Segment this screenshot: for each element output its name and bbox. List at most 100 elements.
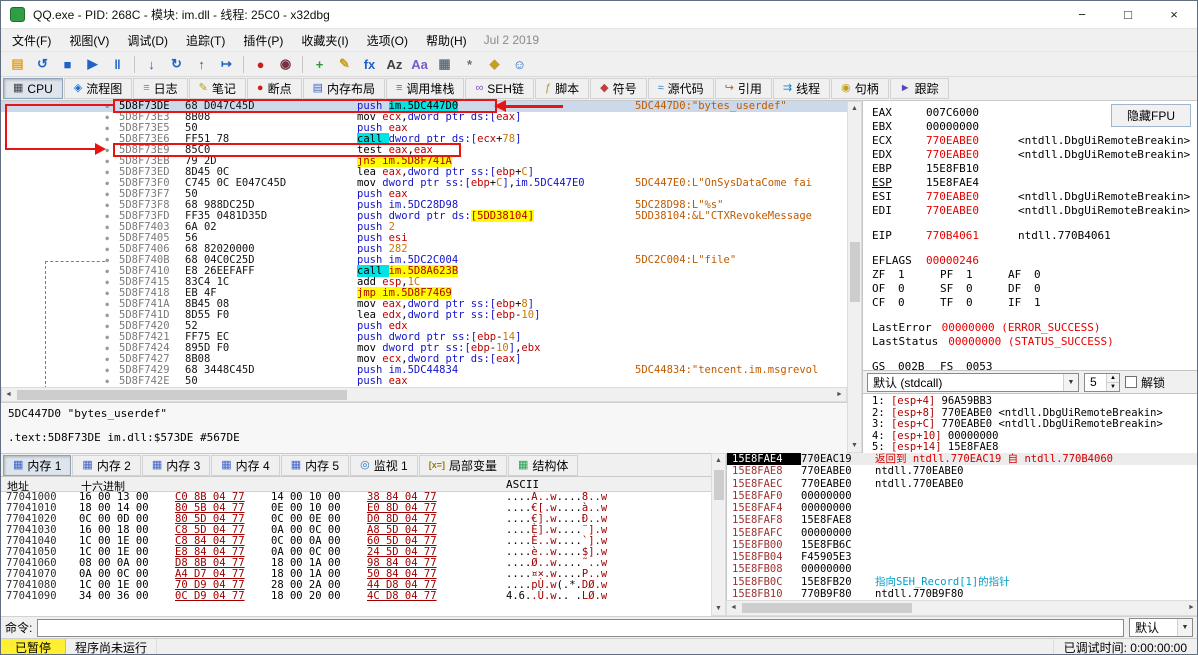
breakpoint-dot-icon[interactable]: ●	[1, 365, 113, 376]
breakpoint-dot-icon[interactable]: ●	[1, 277, 113, 288]
open-file-button[interactable]: ▤	[6, 53, 29, 75]
scroll-thumb[interactable]	[17, 390, 347, 400]
restart-button[interactable]: ↺	[31, 53, 54, 75]
tab-断点[interactable]: ● 断点	[246, 78, 302, 99]
breakpoint-dot-icon[interactable]: ●	[1, 321, 113, 332]
stack-row[interactable]: 15E8FAE4 770EAC19 返回到 ntdll.770EAC19 自 ntd…	[727, 453, 1197, 466]
calculator-button[interactable]: ▦	[433, 53, 456, 75]
hide-fpu-button[interactable]: 隐藏FPU	[1110, 104, 1191, 127]
register-row[interactable]: ESP 15E8FAE4	[863, 176, 1197, 190]
register-row[interactable]: CF 0 TF 0 IF 1	[863, 296, 1197, 310]
command-input[interactable]	[37, 618, 1124, 637]
menu-item[interactable]: 调试(D)	[118, 29, 177, 52]
settings-button[interactable]: *	[458, 53, 481, 75]
comment-button[interactable]: ✎	[333, 53, 356, 75]
tab-内存 2[interactable]: ▦ 内存 2	[72, 454, 141, 476]
functions-button[interactable]: fx	[358, 53, 381, 75]
tab-结构体[interactable]: ▦ 结构体	[508, 454, 579, 476]
dump-vscrollbar[interactable]: ▲ ▼	[711, 453, 726, 616]
breakpoint-dot-icon[interactable]: ●	[1, 101, 113, 112]
disassembly-hscrollbar[interactable]: ◄ ►	[1, 387, 847, 402]
about-button[interactable]: ☺	[508, 53, 531, 75]
register-row[interactable]: EIP 770B4061 ntdll.770B4061	[863, 229, 1197, 243]
stack-row[interactable]: 15E8FB04 F45905E3	[727, 551, 1197, 563]
tab-日志[interactable]: ≡ 日志	[133, 78, 188, 99]
tab-调用堆栈[interactable]: ≡ 调用堆栈	[386, 78, 465, 99]
trace-record-button[interactable]: ◉	[274, 53, 297, 75]
stack-pane[interactable]: 15E8FAE4 770EAC19 返回到 ntdll.770EAC19 自 ntd…	[726, 453, 1197, 600]
register-row[interactable]: ESI 770EABE0 <ntdll.DbgUiRemoteBreakin>	[863, 190, 1197, 204]
callconv-args[interactable]: 1: [esp+4] 96A59BB3 2: [esp+8] 770EABE0 <…	[862, 394, 1197, 453]
register-row[interactable]: ZF 1 PF 1 AF 0	[863, 268, 1197, 282]
dump-rows[interactable]: 77041000 16 00 13 00 C0 8B 04 77 14 00 10 0…	[1, 492, 711, 616]
menu-item[interactable]: 视图(V)	[60, 29, 118, 52]
menu-item[interactable]: 收藏夹(I)	[292, 29, 357, 52]
breakpoint-dot-icon[interactable]: ●	[1, 211, 113, 222]
menu-item[interactable]: 选项(O)	[358, 29, 417, 52]
step-into-button[interactable]: ↓	[140, 53, 163, 75]
breakpoint-dot-icon[interactable]: ●	[1, 200, 113, 211]
menu-item[interactable]: 追踪(T)	[177, 29, 234, 52]
callconv-select[interactable]: 默认 (stdcall) ▼	[867, 372, 1079, 392]
breakpoint-dot-icon[interactable]: ●	[1, 354, 113, 365]
stack-row[interactable]: 15E8FB00 15E8FB6C	[727, 539, 1197, 551]
tab-跟踪[interactable]: ► 跟踪	[889, 78, 949, 99]
tab-笔记[interactable]: ✎ 笔记	[188, 78, 246, 99]
scroll-thumb[interactable]	[850, 242, 860, 302]
stack-row[interactable]: 15E8FB08 00000000	[727, 563, 1197, 575]
breakpoint-dot-icon[interactable]: ●	[1, 178, 113, 189]
tab-内存 3[interactable]: ▦ 内存 3	[141, 454, 211, 476]
minimize-button[interactable]: −	[1059, 1, 1105, 28]
command-profile-select[interactable]: 默认 ▼	[1129, 618, 1193, 637]
tab-脚本[interactable]: ƒ 脚本	[534, 78, 590, 99]
tab-SEH链[interactable]: ∞ SEH链	[465, 78, 534, 99]
text-encoding-button[interactable]: Az	[383, 53, 406, 75]
register-row[interactable]: EDX 770EABE0 <ntdll.DbgUiRemoteBreakin>	[863, 148, 1197, 162]
stack-row[interactable]: 15E8FAF8 15E8FAE8	[727, 514, 1197, 526]
breakpoint-dot-icon[interactable]: ●	[1, 266, 113, 277]
stepper-down-icon[interactable]: ▼	[1107, 381, 1119, 391]
register-row[interactable]: OF 0 SF 0 DF 0	[863, 282, 1197, 296]
stack-row[interactable]: 15E8FAFC 00000000	[727, 527, 1197, 539]
scroll-left-icon[interactable]: ◄	[2, 388, 15, 401]
stack-row[interactable]: 15E8FB10 770B9F80 ntdll.770B9F80	[727, 588, 1197, 600]
arg-count-stepper[interactable]: 5 ▲ ▼	[1084, 372, 1120, 392]
disasm-row[interactable]: ● 5D8F742E 50 push eax	[1, 376, 847, 387]
menu-item[interactable]: 帮助(H)	[417, 29, 476, 52]
breakpoint-dot-icon[interactable]: ●	[1, 167, 113, 178]
tab-局部变量[interactable]: [x=] 局部变量	[418, 454, 508, 476]
tab-线程[interactable]: ⇉ 线程	[772, 78, 831, 99]
register-row[interactable]: EDI 770EABE0 <ntdll.DbgUiRemoteBreakin>	[863, 204, 1197, 218]
menu-item[interactable]: 插件(P)	[234, 29, 292, 52]
highlighting-button[interactable]: Aa	[408, 53, 431, 75]
tab-内存布局[interactable]: ▤ 内存布局	[302, 78, 385, 99]
breakpoint-dot-icon[interactable]: ●	[1, 332, 113, 343]
breakpoint-dot-icon[interactable]: ●	[1, 255, 113, 266]
tab-CPU[interactable]: ▦ CPU	[3, 78, 63, 99]
scroll-up-icon[interactable]: ▲	[712, 454, 725, 467]
stack-row[interactable]: 15E8FAF0 00000000	[727, 490, 1197, 502]
run-to-cursor-button[interactable]: ↦	[215, 53, 238, 75]
stack-row[interactable]: 15E8FAF4 00000000	[727, 502, 1197, 514]
menu-item[interactable]: 文件(F)	[3, 29, 60, 52]
register-row[interactable]: ECX 770EABE0 <ntdll.DbgUiRemoteBreakin>	[863, 134, 1197, 148]
register-row[interactable]: LastStatus 00000000 (STATUS_SUCCESS)	[863, 335, 1197, 349]
close-button[interactable]: ×	[1151, 1, 1197, 28]
breakpoint-dot-icon[interactable]: ●	[1, 299, 113, 310]
breakpoint-dot-icon[interactable]: ●	[1, 288, 113, 299]
stack-hscrollbar[interactable]: ◄ ►	[726, 600, 1197, 616]
register-row[interactable]: EBP 15E8FB10	[863, 162, 1197, 176]
breakpoint-dot-icon[interactable]: ●	[1, 222, 113, 233]
tab-源代码[interactable]: ≈ 源代码	[647, 78, 714, 99]
patches-button[interactable]: +	[308, 53, 331, 75]
breakpoints-button[interactable]: ●	[249, 53, 272, 75]
scroll-up-icon[interactable]: ▲	[848, 102, 861, 115]
scroll-thumb[interactable]	[742, 603, 912, 613]
breakpoint-dot-icon[interactable]: ●	[1, 244, 113, 255]
tab-符号[interactable]: ◆ 符号	[590, 78, 647, 99]
breakpoint-dot-icon[interactable]: ●	[1, 343, 113, 354]
tab-内存 1[interactable]: ▦ 内存 1	[3, 454, 72, 476]
unlock-checkbox[interactable]: 解锁	[1125, 374, 1165, 391]
scroll-left-icon[interactable]: ◄	[727, 601, 740, 614]
chevron-down-icon[interactable]: ▼	[1177, 619, 1192, 636]
